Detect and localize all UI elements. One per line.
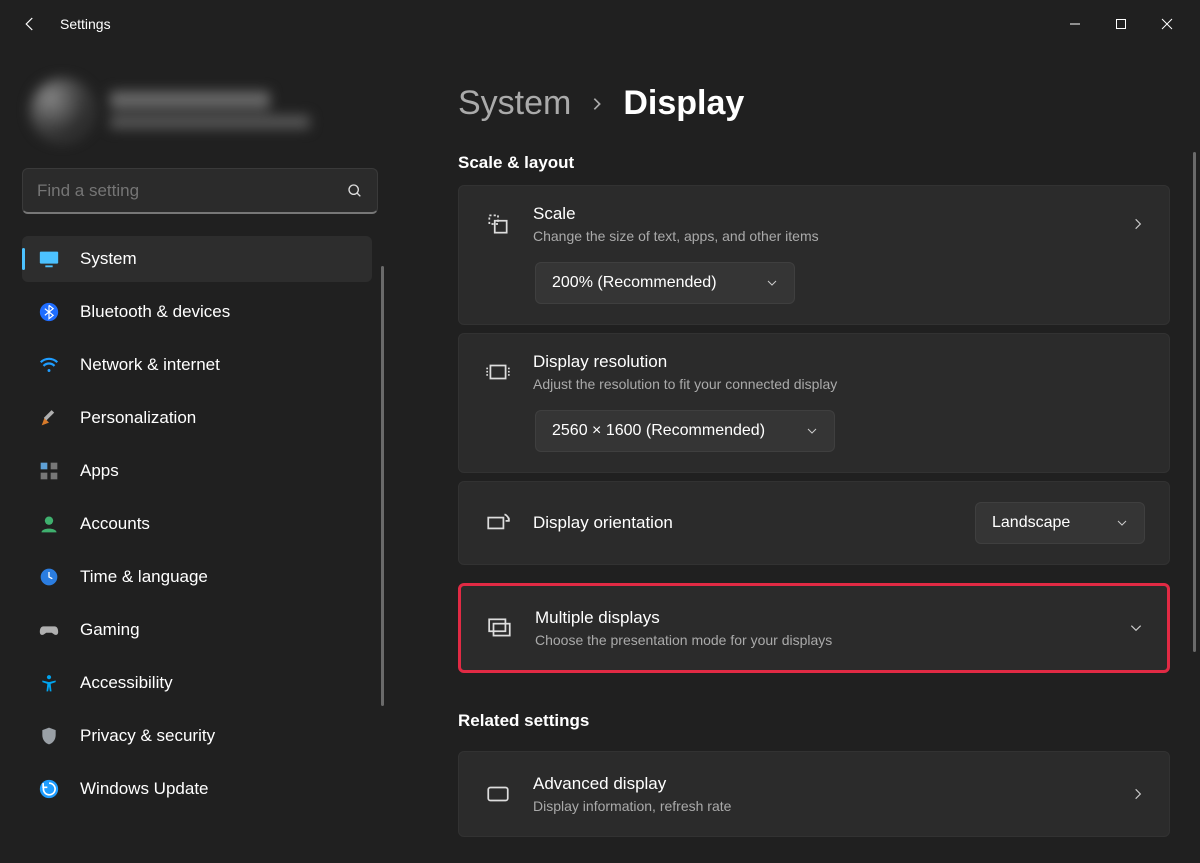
card-title: Display resolution: [533, 352, 1145, 372]
card-subtitle: Adjust the resolution to fit your connec…: [533, 376, 1145, 392]
sidebar-item-network[interactable]: Network & internet: [22, 342, 372, 388]
search-box[interactable]: [22, 168, 378, 214]
clock-icon: [38, 566, 60, 588]
multiple-displays-icon: [485, 615, 515, 641]
sidebar-item-label: Apps: [80, 461, 358, 481]
search-icon: [347, 183, 363, 199]
card-resolution: Display resolution Adjust the resolution…: [458, 333, 1170, 473]
paintbrush-icon: [38, 407, 60, 429]
sidebar-item-gaming[interactable]: Gaming: [22, 607, 372, 653]
chevron-right-icon: [1131, 787, 1145, 801]
avatar: [30, 78, 94, 142]
content-scrollbar-thumb[interactable]: [1193, 152, 1196, 652]
chevron-down-icon: [1129, 621, 1143, 635]
resolution-dropdown[interactable]: 2560 × 1600 (Recommended): [535, 410, 835, 452]
wifi-icon: [38, 354, 60, 376]
chevron-right-icon: [589, 96, 605, 112]
close-button[interactable]: [1144, 8, 1190, 40]
minimize-button[interactable]: [1052, 8, 1098, 40]
section-scale-layout-label: Scale & layout: [458, 153, 1170, 173]
dropdown-value: 2560 × 1600 (Recommended): [552, 422, 765, 440]
person-icon: [38, 513, 60, 535]
advanced-display-icon: [483, 781, 513, 807]
sidebar-item-accessibility[interactable]: Accessibility: [22, 660, 372, 706]
sidebar-item-update[interactable]: Windows Update: [22, 766, 372, 812]
chevron-down-icon: [766, 277, 778, 289]
search-input[interactable]: [37, 181, 363, 201]
sidebar-item-label: Network & internet: [80, 355, 358, 375]
app-body: System Bluetooth & devices Network & int…: [0, 48, 1200, 863]
breadcrumb-current: Display: [623, 84, 744, 123]
resolution-icon: [483, 359, 513, 385]
card-orientation: Display orientation Landscape: [458, 481, 1170, 565]
dropdown-value: 200% (Recommended): [552, 274, 717, 292]
orientation-dropdown[interactable]: Landscape: [975, 502, 1145, 544]
shield-icon: [38, 725, 60, 747]
card-subtitle: Change the size of text, apps, and other…: [533, 228, 1111, 244]
sidebar-item-accounts[interactable]: Accounts: [22, 501, 372, 547]
card-advanced-display[interactable]: Advanced display Display information, re…: [458, 751, 1170, 837]
sidebar: System Bluetooth & devices Network & int…: [0, 48, 400, 863]
card-subtitle: Display information, refresh rate: [533, 798, 1111, 814]
sidebar-item-label: Gaming: [80, 620, 358, 640]
breadcrumb: System Display: [458, 84, 1170, 123]
gamepad-icon: [38, 619, 60, 641]
sidebar-item-bluetooth[interactable]: Bluetooth & devices: [22, 289, 372, 335]
scale-icon: [483, 211, 513, 237]
chevron-down-icon: [1116, 517, 1128, 529]
apps-icon: [38, 460, 60, 482]
sidebar-item-label: Bluetooth & devices: [80, 302, 358, 322]
nav-area: System Bluetooth & devices Network & int…: [22, 236, 378, 863]
card-title: Display orientation: [533, 513, 955, 533]
update-icon: [38, 778, 60, 800]
sidebar-item-label: Accounts: [80, 514, 358, 534]
orientation-icon: [483, 510, 513, 536]
sidebar-item-label: Personalization: [80, 408, 358, 428]
sidebar-item-time[interactable]: Time & language: [22, 554, 372, 600]
sidebar-item-label: Windows Update: [80, 779, 358, 799]
chevron-down-icon: [806, 425, 818, 437]
monitor-icon: [38, 248, 60, 270]
profile-name: [110, 91, 270, 109]
sidebar-item-label: Accessibility: [80, 673, 358, 693]
profile-text: [110, 91, 310, 129]
nav-list: System Bluetooth & devices Network & int…: [22, 236, 378, 819]
title-bar: Settings: [0, 0, 1200, 48]
sidebar-item-apps[interactable]: Apps: [22, 448, 372, 494]
accessibility-icon: [38, 672, 60, 694]
sidebar-item-privacy[interactable]: Privacy & security: [22, 713, 372, 759]
sidebar-scrollbar-thumb[interactable]: [381, 266, 384, 706]
card-title: Advanced display: [533, 774, 1111, 794]
sidebar-item-label: Privacy & security: [80, 726, 358, 746]
sidebar-item-label: Time & language: [80, 567, 358, 587]
sidebar-item-system[interactable]: System: [22, 236, 372, 282]
window-controls: [1052, 8, 1190, 40]
card-scale[interactable]: Scale Change the size of text, apps, and…: [458, 185, 1170, 325]
sidebar-item-label: System: [80, 249, 358, 269]
dropdown-value: Landscape: [992, 514, 1070, 532]
card-title: Multiple displays: [535, 608, 1109, 628]
cards-area: Scale Change the size of text, apps, and…: [458, 185, 1170, 837]
section-related-label: Related settings: [458, 711, 1170, 731]
profile-email: [110, 115, 310, 129]
maximize-button[interactable]: [1098, 8, 1144, 40]
app-title: Settings: [60, 16, 111, 32]
card-multiple-displays[interactable]: Multiple displays Choose the presentatio…: [458, 583, 1170, 673]
chevron-right-icon: [1131, 217, 1145, 231]
content-area: System Display Scale & layout Scale Chan…: [400, 48, 1200, 863]
breadcrumb-parent[interactable]: System: [458, 84, 571, 123]
card-subtitle: Choose the presentation mode for your di…: [535, 632, 1109, 648]
bluetooth-icon: [38, 301, 60, 323]
back-button[interactable]: [10, 4, 50, 44]
scale-dropdown[interactable]: 200% (Recommended): [535, 262, 795, 304]
sidebar-item-personalization[interactable]: Personalization: [22, 395, 372, 441]
card-title: Scale: [533, 204, 1111, 224]
profile-area[interactable]: [30, 78, 378, 142]
